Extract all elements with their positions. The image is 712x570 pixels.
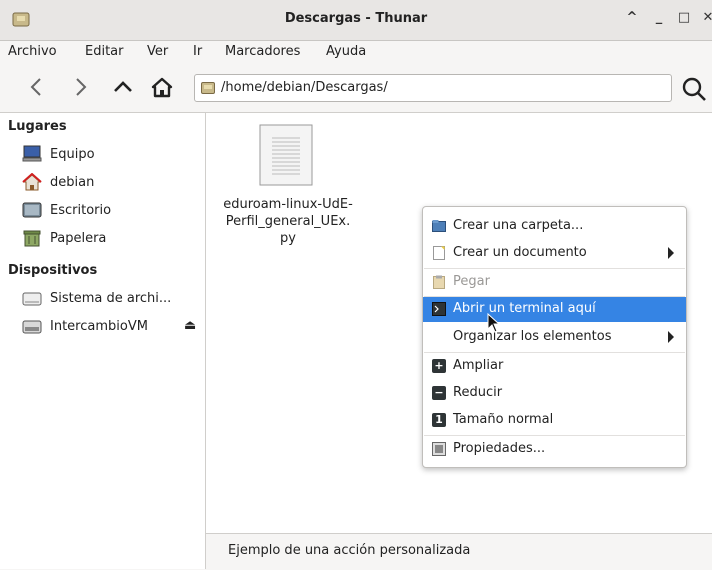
file-name-line: py [280, 231, 296, 246]
menu-separator [424, 352, 685, 353]
zoom-in-icon: + [432, 359, 446, 373]
maximize-button[interactable]: ^ [624, 10, 640, 25]
sidebar-item-label: debian [50, 175, 95, 190]
trash-icon [23, 230, 41, 247]
close-button[interactable]: ✕ [700, 10, 712, 25]
zoom-out-icon: − [432, 386, 446, 400]
menu-bar: Archivo Editar Ver Ir Marcadores Ayuda [0, 41, 712, 63]
sidebar-heading-places: Lugares [8, 119, 67, 134]
drive-icon [22, 292, 42, 306]
sidebar-item-label: Equipo [50, 147, 95, 162]
menu-ir[interactable]: Ir [193, 44, 202, 59]
text-file-icon[interactable] [259, 124, 313, 186]
chevron-up-icon[interactable] [108, 72, 138, 102]
menu-item-organizar[interactable]: Organizar los elementos [423, 325, 686, 350]
home-folder-icon [22, 173, 42, 191]
chevron-right-icon[interactable] [65, 72, 95, 102]
submenu-arrow-icon [668, 331, 674, 343]
sidebar-item-escritorio[interactable]: Escritorio [0, 199, 190, 223]
menu-item-crear-documento[interactable]: Crear un documento [423, 241, 686, 266]
menu-editar[interactable]: Editar [85, 44, 124, 59]
menu-archivo[interactable]: Archivo [8, 44, 57, 59]
location-bar[interactable]: /home/debian/Descargas/ [194, 74, 672, 102]
menu-item-label: Reducir [453, 385, 503, 400]
sidebar-item-equipo[interactable]: Equipo [0, 143, 190, 167]
menu-item-abrir-terminal[interactable]: Abrir un terminal aquí [423, 297, 686, 322]
mouse-pointer-icon [487, 313, 501, 333]
menu-separator [424, 435, 685, 436]
menu-item-label: Tamaño normal [453, 412, 554, 427]
status-text: Ejemplo de una acción personalizada [228, 543, 471, 558]
eject-icon[interactable]: ⏏ [184, 318, 196, 333]
sidebar-item-debian[interactable]: debian [0, 171, 190, 195]
drive-icon [22, 320, 42, 334]
menu-item-label: Crear una carpeta... [453, 218, 584, 233]
menu-item-propiedades[interactable]: Propiedades... [423, 437, 686, 462]
chevron-left-icon[interactable] [22, 72, 52, 102]
sidebar-item-label: Escritorio [50, 203, 112, 218]
document-new-icon [433, 246, 445, 260]
sidebar-item-label: IntercambioVM [50, 319, 148, 334]
file-name-line: eduroam-linux-UdE- [223, 197, 353, 212]
zoom-normal-icon: 1 [432, 413, 446, 427]
minimize-button[interactable]: _ [651, 10, 667, 25]
window-title: Descargas - Thunar [284, 11, 428, 26]
restore-button[interactable]: □ [676, 10, 692, 25]
search-icon[interactable] [680, 74, 710, 104]
menu-item-label: Ampliar [453, 358, 504, 373]
menu-ayuda[interactable]: Ayuda [326, 44, 366, 59]
sidebar-item-label: Papelera [50, 231, 107, 246]
sidebar-item-filesystem[interactable]: Sistema de archi... [0, 287, 190, 311]
menu-item-reducir[interactable]: − Reducir [423, 381, 686, 406]
menu-item-label: Pegar [453, 274, 490, 289]
sidebar-item-label: Sistema de archi... [50, 291, 172, 306]
menu-item-label: Organizar los elementos [453, 329, 612, 344]
status-bar: Ejemplo de una acción personalizada [206, 533, 712, 570]
sidebar-item-papelera[interactable]: Papelera [0, 227, 190, 251]
desktop-icon [22, 202, 42, 218]
file-name-line: Perfil_general_UEx. [225, 214, 351, 229]
menu-item-label: Crear un documento [453, 245, 587, 260]
menu-item-label: Abrir un terminal aquí [453, 301, 596, 316]
menu-marcadores[interactable]: Marcadores [225, 44, 300, 59]
folder-new-icon [432, 220, 446, 232]
menu-separator [424, 268, 685, 269]
menu-item-tamano-normal[interactable]: 1 Tamaño normal [423, 408, 686, 433]
terminal-icon [432, 302, 446, 316]
sidebar-heading-devices: Dispositivos [8, 263, 98, 278]
file-name[interactable]: eduroam-linux-UdE- Perfil_general_UEx. p… [208, 196, 368, 247]
folder-icon [201, 82, 215, 94]
sidebar-item-intercambiovm[interactable]: IntercambioVM ⏏ [0, 315, 196, 339]
sidebar: Lugares Equipo debian Escritorio Papeler… [0, 113, 206, 569]
menu-item-label: Propiedades... [453, 441, 546, 456]
menu-ver[interactable]: Ver [147, 44, 168, 59]
context-menu: Crear una carpeta... Crear un documento … [422, 206, 687, 468]
menu-item-crear-carpeta[interactable]: Crear una carpeta... [423, 214, 686, 239]
paste-icon [433, 275, 445, 289]
location-path: /home/debian/Descargas/ [221, 80, 388, 95]
submenu-arrow-icon [668, 247, 674, 259]
menu-item-pegar[interactable]: Pegar [423, 270, 686, 295]
properties-icon [432, 442, 446, 456]
computer-icon [22, 145, 42, 162]
menu-item-ampliar[interactable]: + Ampliar [423, 354, 686, 379]
home-icon[interactable] [147, 72, 177, 102]
title-bar: Descargas - Thunar ^ _ □ ✕ [0, 0, 712, 41]
